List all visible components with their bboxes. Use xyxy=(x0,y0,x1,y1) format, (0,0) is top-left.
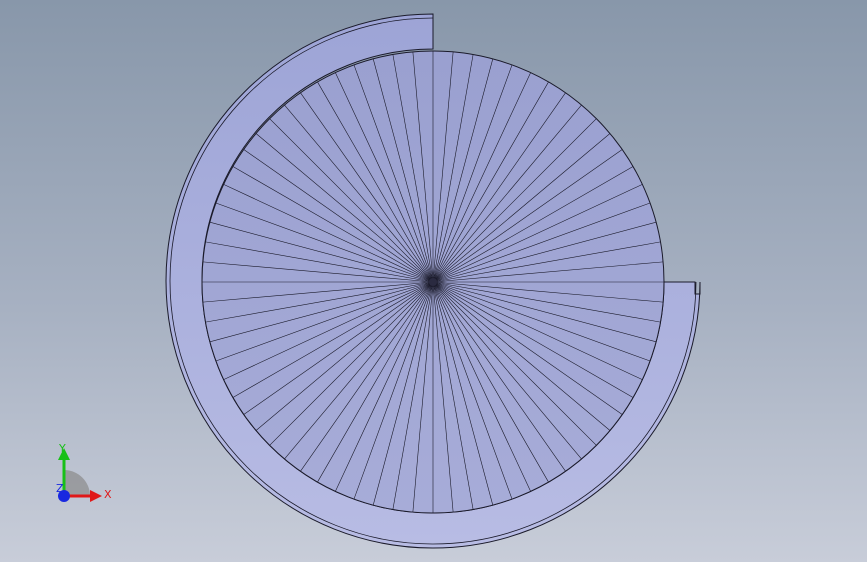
graphics-viewport[interactable]: Y X Z xyxy=(0,0,867,562)
center-hub xyxy=(429,278,437,286)
x-axis-arrow xyxy=(90,490,102,502)
z-axis-label: Z xyxy=(56,482,64,495)
model-view[interactable] xyxy=(0,0,867,562)
coordinate-triad: Y X Z xyxy=(56,442,112,502)
y-axis-label: Y xyxy=(58,442,66,455)
x-axis-label: X xyxy=(104,488,112,501)
